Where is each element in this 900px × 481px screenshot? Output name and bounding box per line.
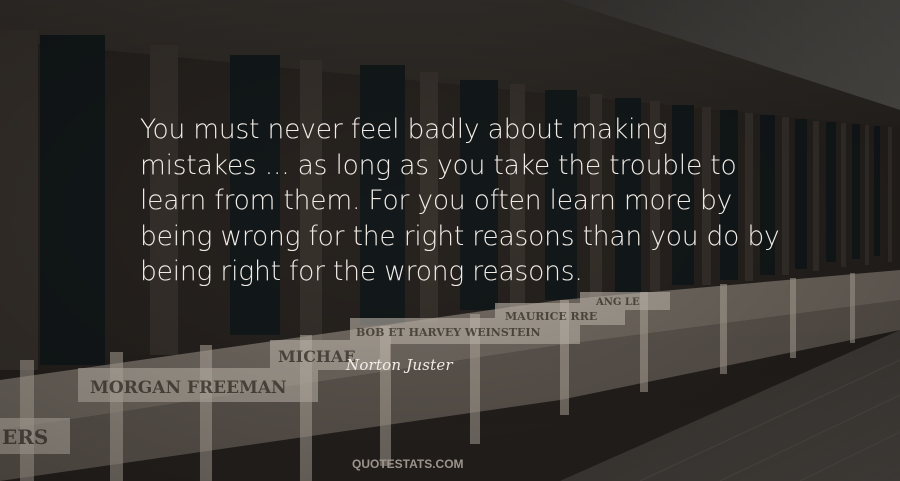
svg-text:MORGAN FREEMAN: MORGAN FREEMAN	[90, 378, 287, 398]
quote-image: MORGAN FREEMAN MICHAE BOB ET HARVEY WEIN…	[0, 0, 900, 481]
quote-text: You must never feel badly about making m…	[140, 114, 780, 288]
svg-text:MICHAE: MICHAE	[278, 347, 356, 366]
svg-text:MAURICE RRE: MAURICE RRE	[505, 310, 597, 323]
svg-text:BOB ET HARVEY WEINSTEIN: BOB ET HARVEY WEINSTEIN	[356, 326, 541, 339]
svg-text:ANG LE: ANG LE	[595, 297, 640, 308]
svg-text:ERS: ERS	[2, 425, 48, 449]
quote-author: Norton Juster	[346, 356, 453, 374]
site-watermark: QUOTESTATS.COM	[352, 457, 464, 471]
